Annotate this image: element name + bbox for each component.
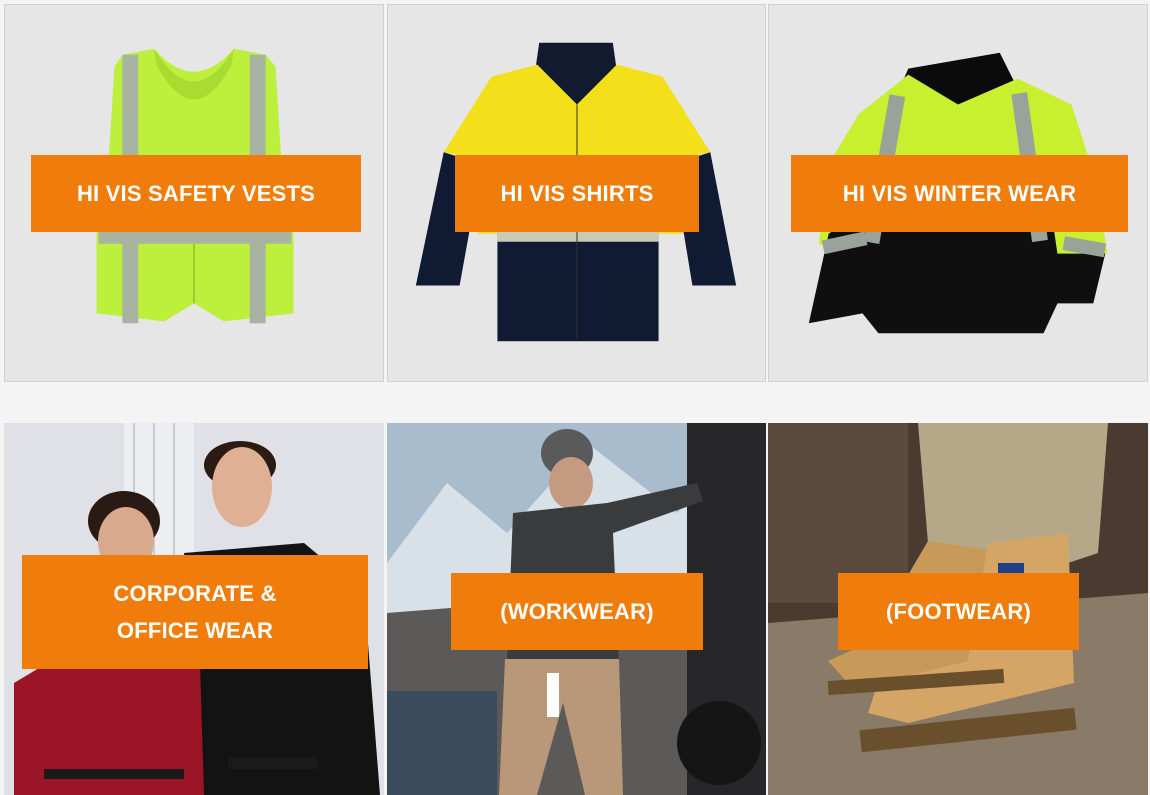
category-label[interactable]: HI VIS SHIRTS [455, 155, 699, 232]
category-tile-footwear[interactable]: (FOOTWEAR) [768, 423, 1148, 795]
category-tile-hi-vis-winter-wear[interactable]: HI VIS WINTER WEAR [768, 4, 1148, 382]
category-label[interactable]: CORPORATE & OFFICE WEAR [22, 555, 368, 669]
category-tile-hi-vis-shirts[interactable]: HI VIS SHIRTS [387, 4, 766, 382]
category-label[interactable]: HI VIS WINTER WEAR [791, 155, 1128, 232]
category-tile-workwear[interactable]: (WORKWEAR) [387, 423, 766, 795]
category-tile-hi-vis-safety-vests[interactable]: HI VIS SAFETY VESTS [4, 4, 384, 382]
category-label[interactable]: HI VIS SAFETY VESTS [31, 155, 361, 232]
category-label[interactable]: (WORKWEAR) [451, 573, 703, 650]
category-tile-corporate-office-wear[interactable]: CORPORATE & OFFICE WEAR [4, 423, 384, 795]
category-label[interactable]: (FOOTWEAR) [838, 573, 1079, 650]
